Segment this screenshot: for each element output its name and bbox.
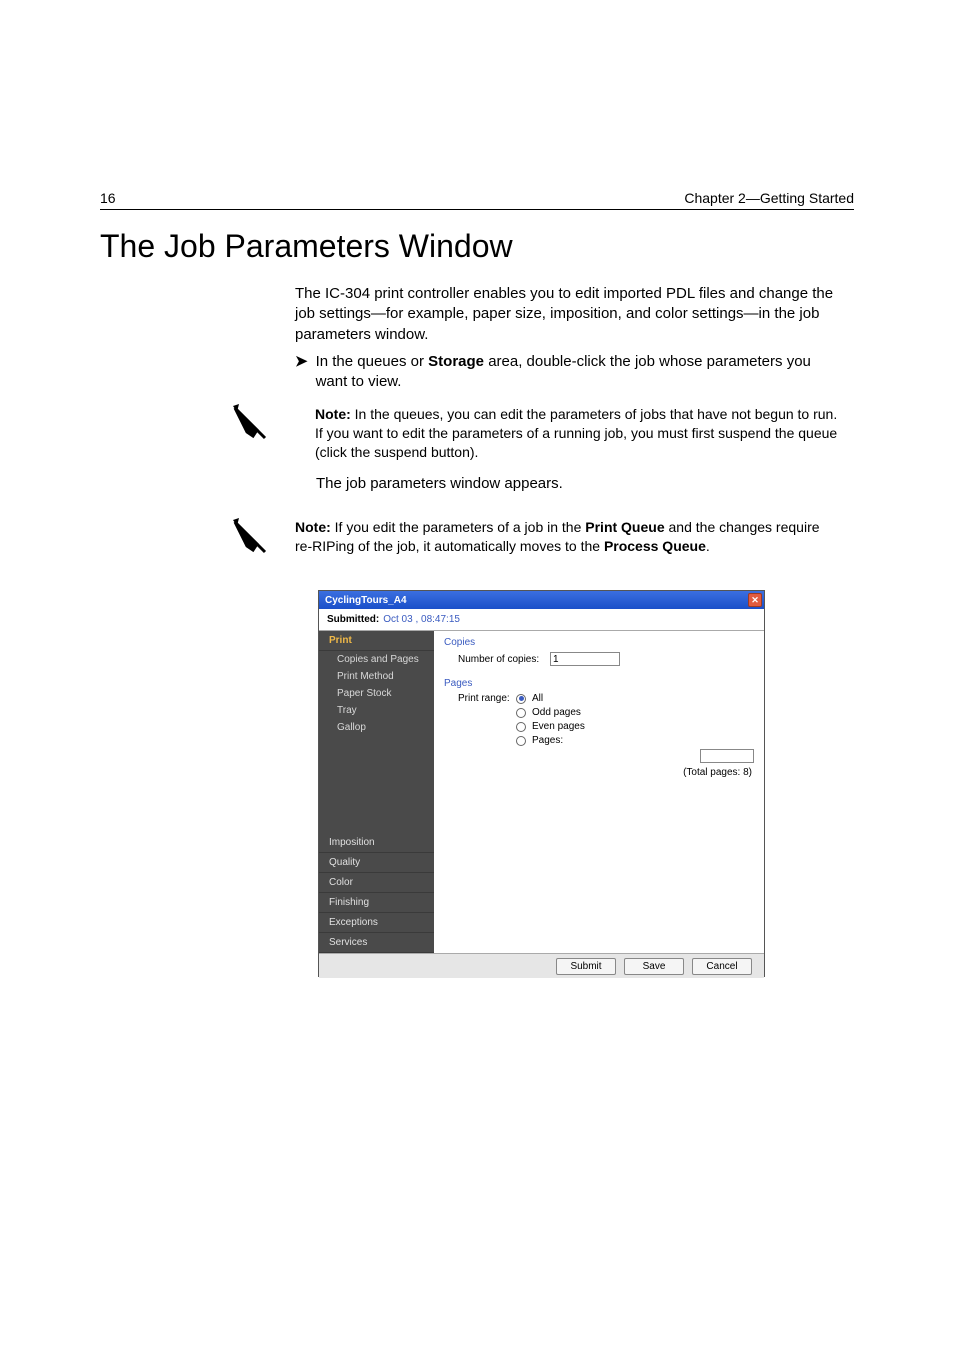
total-pages-label: (Total pages: 8) (683, 767, 752, 778)
paragraph-appears: The job parameters window appears. (316, 474, 839, 494)
sidebar-section-exceptions[interactable]: Exceptions (319, 913, 434, 933)
cancel-button[interactable]: Cancel (692, 958, 752, 975)
save-button[interactable]: Save (624, 958, 684, 975)
sidebar-item-gallop[interactable]: Gallop (319, 719, 434, 736)
note-2: Note: If you edit the parameters of a jo… (295, 518, 839, 556)
instruction-step: ➤ In the queues or Storage area, double-… (295, 352, 839, 393)
copies-heading: Copies (444, 637, 754, 648)
radio-odd-label: Odd pages (532, 707, 581, 718)
radio-all-label: All (532, 693, 543, 704)
sidebar-item-copies-pages[interactable]: Copies and Pages (319, 651, 434, 668)
copies-label: Number of copies: (458, 654, 544, 665)
print-range-label: Print range: (458, 693, 510, 704)
radio-pages-label: Pages: (532, 735, 563, 746)
submitted-label: Submitted: (327, 614, 379, 625)
note-1: Note: In the queues, you can edit the pa… (315, 405, 839, 462)
window-titlebar[interactable]: CyclingTours_A4 ✕ (319, 591, 764, 609)
sidebar: Print Copies and Pages Print Method Pape… (319, 631, 434, 953)
intro-paragraph: The IC-304 print controller enables you … (295, 284, 839, 345)
pages-heading: Pages (444, 678, 754, 689)
bullet-arrow-icon: ➤ (295, 352, 308, 393)
sidebar-section-services[interactable]: Services (319, 933, 434, 953)
submit-button[interactable]: Submit (556, 958, 616, 975)
sidebar-section-imposition[interactable]: Imposition (319, 833, 434, 853)
chapter-header: Chapter 2—Getting Started (684, 190, 854, 206)
sidebar-section-color[interactable]: Color (319, 873, 434, 893)
sidebar-section-quality[interactable]: Quality (319, 853, 434, 873)
sidebar-section-print[interactable]: Print (319, 631, 434, 651)
radio-even[interactable] (516, 722, 526, 732)
note-pen-icon (227, 514, 272, 559)
pages-range-input[interactable] (700, 749, 754, 763)
note-pen-icon (227, 400, 272, 445)
sidebar-item-print-method[interactable]: Print Method (319, 668, 434, 685)
close-icon[interactable]: ✕ (748, 593, 762, 607)
radio-pages[interactable] (516, 736, 526, 746)
radio-all[interactable] (516, 694, 526, 704)
sidebar-section-finishing[interactable]: Finishing (319, 893, 434, 913)
sidebar-item-tray[interactable]: Tray (319, 702, 434, 719)
content-panel: Copies Number of copies: Pages Print ran… (434, 631, 764, 953)
radio-even-label: Even pages (532, 721, 585, 732)
page-number: 16 (100, 190, 116, 206)
submitted-bar: Submitted: Oct 03 , 08:47:15 (319, 609, 764, 631)
window-footer: Submit Save Cancel (319, 953, 764, 978)
submitted-value: Oct 03 , 08:47:15 (383, 614, 460, 625)
window-title: CyclingTours_A4 (325, 595, 407, 606)
instruction-text: In the queues or Storage area, double-cl… (316, 352, 839, 393)
page-title: The Job Parameters Window (100, 228, 513, 265)
job-parameters-window: CyclingTours_A4 ✕ Submitted: Oct 03 , 08… (318, 590, 765, 977)
copies-input[interactable] (550, 652, 620, 666)
sidebar-item-paper-stock[interactable]: Paper Stock (319, 685, 434, 702)
radio-odd[interactable] (516, 708, 526, 718)
